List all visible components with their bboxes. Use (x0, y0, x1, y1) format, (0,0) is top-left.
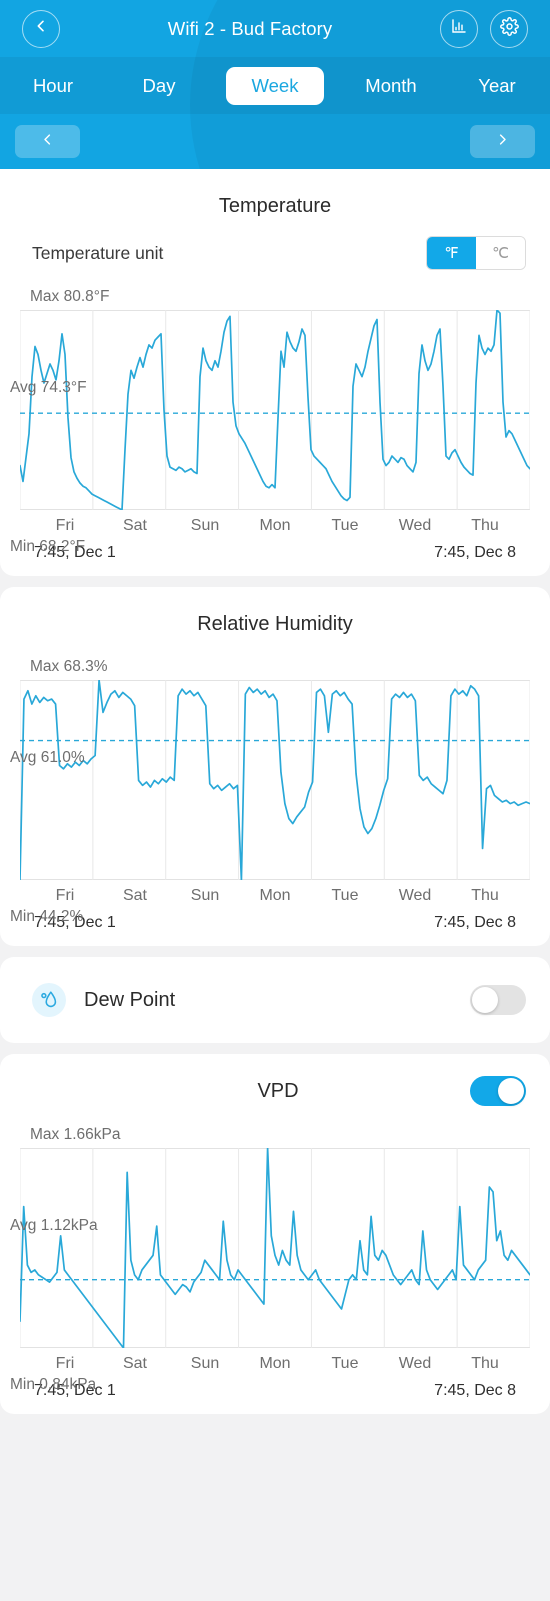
vpd-title-row: VPD (0, 1054, 550, 1112)
tab-month[interactable]: Month (342, 67, 440, 105)
humidity-range-row: 7:45, Dec 1 7:45, Dec 8 (20, 905, 530, 932)
gear-icon (499, 16, 519, 41)
tab-hour[interactable]: Hour (4, 67, 102, 105)
x-tick-sat: Sat (122, 887, 147, 904)
temperature-range-end: 7:45, Dec 8 (434, 544, 516, 561)
humidity-card: Relative Humidity Max 68.3% Avg 61.0% Mi… (0, 587, 550, 946)
x-tick-mon: Mon (259, 517, 291, 534)
chevron-left-icon (33, 18, 49, 39)
temperature-chart-wrap: Max 80.8°F Avg 74.3°F Min 68.2°F Fri Sat… (0, 274, 550, 562)
settings-button[interactable] (490, 9, 528, 48)
chevron-left-icon (40, 132, 55, 152)
toggle-knob (472, 987, 498, 1013)
header-actions (440, 9, 528, 48)
x-tick-mon: Mon (259, 887, 291, 904)
x-tick-wed: Wed (398, 887, 432, 904)
dew-point-toggle[interactable] (470, 985, 526, 1015)
vpd-range-start: 7:45, Dec 1 (34, 1382, 116, 1399)
x-tick-tue: Tue (331, 887, 359, 904)
x-tick-mon: Mon (259, 1355, 291, 1372)
dew-point-label: Dew Point (84, 988, 176, 1011)
vpd-plot[interactable] (20, 1148, 530, 1348)
temperature-unit-row: Temperature unit ℉ ℃ (0, 226, 550, 274)
x-tick-thu: Thu (471, 1355, 499, 1372)
temperature-unit-label: Temperature unit (32, 242, 164, 263)
temperature-title: Temperature (218, 195, 332, 217)
x-tick-sun: Sun (190, 887, 220, 904)
vpd-max-label: Max 1.66kPa (30, 1126, 121, 1143)
bar-chart-icon (450, 17, 468, 40)
x-tick-fri: Fri (55, 887, 75, 904)
tab-week[interactable]: Week (226, 66, 324, 105)
dew-drop-icon (32, 983, 66, 1017)
vpd-range-row: 7:45, Dec 1 7:45, Dec 8 (20, 1373, 530, 1400)
dew-point-row[interactable]: Dew Point (0, 957, 550, 1043)
dew-point-card: Dew Point (0, 957, 550, 1043)
x-tick-sun: Sun (190, 517, 220, 534)
x-tick-tue: Tue (331, 517, 359, 534)
chevron-right-icon (495, 132, 510, 152)
temperature-max-label: Max 80.8°F (30, 288, 110, 305)
x-tick-wed: Wed (398, 517, 432, 534)
x-tick-thu: Thu (471, 517, 499, 534)
temperature-plot[interactable] (20, 310, 530, 510)
x-tick-fri: Fri (55, 1355, 75, 1372)
humidity-max-label: Max 68.3% (30, 658, 108, 675)
statistics-button[interactable] (440, 9, 478, 48)
period-tabs: Hour Day Week Month Year (0, 57, 550, 114)
period-navigation (0, 114, 550, 169)
back-button[interactable] (22, 9, 60, 48)
x-tick-sat: Sat (122, 517, 147, 534)
vpd-chart-wrap: Max 1.66kPa Avg 1.12kPa Min 0.84kPa Fri … (0, 1112, 550, 1400)
humidity-chart-wrap: Max 68.3% Avg 61.0% Min 44.2% Fri Sat Su… (0, 644, 550, 932)
vpd-range-end: 7:45, Dec 8 (434, 1382, 516, 1399)
page-title: Wifi 2 - Bud Factory (167, 17, 333, 39)
x-tick-fri: Fri (55, 517, 75, 534)
temperature-range-row: 7:45, Dec 1 7:45, Dec 8 (20, 535, 530, 562)
x-tick-wed: Wed (398, 1355, 432, 1372)
vpd-toggle[interactable] (470, 1076, 526, 1106)
unit-celsius-option[interactable]: ℃ (476, 237, 525, 269)
x-tick-tue: Tue (331, 1355, 359, 1372)
temperature-card: Temperature Temperature unit ℉ ℃ Max 80.… (0, 169, 550, 576)
app-root: Wifi 2 - Bud Factory Hour Day Week Month… (0, 0, 550, 1601)
tab-day[interactable]: Day (110, 67, 208, 105)
x-tick-thu: Thu (471, 887, 499, 904)
humidity-title: Relative Humidity (197, 613, 353, 635)
previous-period-button[interactable] (15, 125, 80, 158)
humidity-plot[interactable] (20, 680, 530, 880)
app-header: Wifi 2 - Bud Factory Hour Day Week Month… (0, 0, 550, 169)
next-period-button[interactable] (470, 125, 535, 158)
vpd-x-axis: Fri Sat Sun Mon Tue Wed Thu (20, 1348, 530, 1373)
humidity-range-end: 7:45, Dec 8 (434, 914, 516, 931)
temperature-x-axis: Fri Sat Sun Mon Tue Wed Thu (20, 510, 530, 535)
tab-year[interactable]: Year (448, 67, 546, 105)
x-tick-sat: Sat (122, 1355, 147, 1372)
temperature-range-start: 7:45, Dec 1 (34, 544, 116, 561)
temperature-unit-toggle[interactable]: ℉ ℃ (426, 236, 526, 270)
humidity-range-start: 7:45, Dec 1 (34, 914, 116, 931)
vpd-card: VPD Max 1.66kPa Avg 1.12kPa Min 0.84kPa … (0, 1054, 550, 1414)
unit-fahrenheit-option[interactable]: ℉ (427, 237, 476, 269)
top-bar: Wifi 2 - Bud Factory (0, 0, 550, 57)
vpd-title: VPD (257, 1079, 299, 1102)
x-tick-sun: Sun (190, 1355, 220, 1372)
humidity-x-axis: Fri Sat Sun Mon Tue Wed Thu (20, 880, 530, 905)
toggle-knob (498, 1078, 524, 1104)
